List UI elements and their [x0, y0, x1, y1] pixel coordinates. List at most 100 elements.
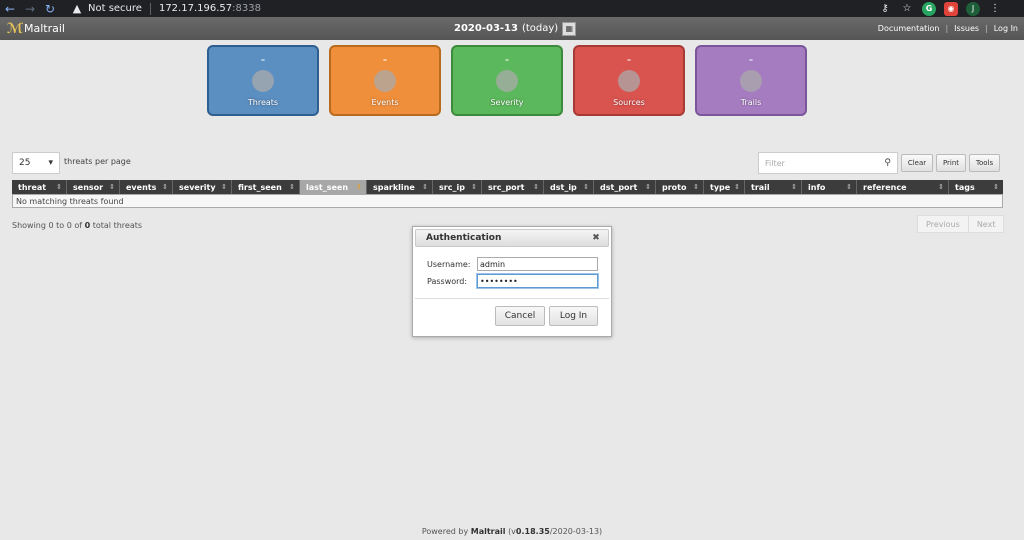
login-link[interactable]: Log In — [994, 24, 1018, 33]
filter-input[interactable]: Filter ⚲ — [758, 152, 898, 174]
sort-icon: ⇕ — [109, 183, 115, 191]
sort-icon: ⇕ — [693, 183, 699, 191]
trails-tile[interactable]: – Trails — [695, 45, 807, 116]
print-button[interactable]: Print — [936, 154, 966, 172]
username-row: Username: — [427, 257, 598, 271]
column-header-tags[interactable]: tags ⇕ — [949, 180, 1003, 194]
dialog-title-bar[interactable]: Authentication ✖ — [415, 229, 609, 247]
filter-placeholder: Filter — [765, 158, 785, 168]
tile-label: Severity — [490, 98, 524, 107]
login-button[interactable]: Log In — [549, 306, 598, 326]
per-page-value: 25 — [19, 158, 31, 168]
username-label: Username: — [427, 259, 471, 269]
password-label: Password: — [427, 276, 468, 286]
security-label: Not secure — [88, 3, 142, 14]
per-page-select[interactable]: 25 ▾ — [12, 152, 60, 174]
sort-icon: ⇕ — [645, 183, 651, 191]
profile-avatar[interactable]: J — [966, 1, 980, 16]
warning-icon[interactable]: ▲ — [70, 2, 84, 16]
username-input[interactable] — [477, 257, 598, 271]
sort-icon: ⇕ — [289, 183, 295, 191]
column-header-threat[interactable]: threat ⇕ — [12, 180, 67, 194]
tile-label: Trails — [740, 98, 762, 107]
column-header-first-seen[interactable]: first_seen ⇕ — [232, 180, 300, 194]
column-header-src-port[interactable]: src_port ⇕ — [482, 180, 544, 194]
sort-icon: ⇕ — [422, 183, 428, 191]
app-header: ℳ Maltrail 2020-03-13 (today) ▦ Document… — [0, 17, 1024, 40]
star-icon[interactable]: ☆ — [900, 2, 914, 16]
footer-version: 0.18.35 — [515, 527, 550, 536]
sort-icon: ⇕ — [533, 183, 539, 191]
password-input[interactable] — [476, 273, 599, 289]
sort-icon: ⇕ — [221, 183, 227, 191]
column-header-last-seen[interactable]: last_seen ⇕ — [300, 180, 367, 194]
maltrail-logo[interactable]: ℳ Maltrail — [6, 20, 65, 38]
column-header-dst-port[interactable]: dst_port ⇕ — [594, 180, 656, 194]
table-row: No matching threats found — [12, 194, 1003, 208]
threats-tile[interactable]: – Threats — [207, 45, 319, 116]
tile-chart-placeholder — [252, 70, 274, 92]
sort-icon: ⇕ — [583, 183, 589, 191]
tile-value: – — [383, 55, 387, 64]
forward-arrow-icon[interactable]: → — [20, 0, 40, 17]
issues-link[interactable]: Issues — [954, 24, 979, 33]
pagination: Previous Next — [917, 215, 1005, 233]
tile-chart-placeholder — [618, 70, 640, 92]
tile-label: Threats — [247, 98, 279, 107]
password-row: Password: — [427, 273, 599, 289]
column-header-src-ip[interactable]: src_ip ⇕ — [433, 180, 482, 194]
extension-icon[interactable]: ◉ — [944, 1, 958, 16]
column-header-type[interactable]: type ⇕ — [704, 180, 745, 194]
sort-icon: ⇕ — [471, 183, 477, 191]
tile-chart-placeholder — [496, 70, 518, 92]
column-header-sparkline[interactable]: sparkline ⇕ — [367, 180, 433, 194]
clear-button[interactable]: Clear — [901, 154, 933, 172]
reload-icon[interactable]: ↻ — [40, 0, 60, 17]
column-header-info[interactable]: info ⇕ — [802, 180, 857, 194]
column-header-sensor[interactable]: sensor ⇕ — [67, 180, 120, 194]
next-button[interactable]: Next — [969, 216, 1004, 232]
sort-icon: ⇕ — [846, 183, 852, 191]
column-header-proto[interactable]: proto ⇕ — [656, 180, 704, 194]
key-icon[interactable]: ⚷ — [878, 2, 892, 16]
menu-kebab-icon[interactable]: ⋮ — [988, 2, 1002, 16]
app-name: Maltrail — [24, 22, 65, 35]
column-header-dst-ip[interactable]: dst_ip ⇕ — [544, 180, 594, 194]
tools-button[interactable]: Tools — [969, 154, 1000, 172]
search-icon[interactable]: ⚲ — [884, 158, 891, 168]
back-arrow-icon[interactable]: ← — [0, 0, 20, 17]
tile-chart-placeholder — [740, 70, 762, 92]
sort-icon: ⇕ — [938, 183, 944, 191]
column-header-severity[interactable]: severity ⇕ — [173, 180, 232, 194]
calendar-icon[interactable]: ▦ — [562, 21, 577, 36]
sort-icon: ⇕ — [791, 183, 797, 191]
documentation-link[interactable]: Documentation — [878, 24, 940, 33]
severity-tile[interactable]: – Severity — [451, 45, 563, 116]
sources-tile[interactable]: – Sources — [573, 45, 685, 116]
grammarly-extension-icon[interactable]: G — [922, 1, 936, 16]
tile-chart-placeholder — [374, 70, 396, 92]
footer: Powered by Maltrail (v0.18.35/2020-03-13… — [421, 527, 603, 536]
url-port: :8338 — [232, 3, 261, 14]
sort-icon: ⇕ — [356, 183, 362, 191]
cancel-button[interactable]: Cancel — [495, 306, 545, 326]
address-bar[interactable]: ▲ Not secure 172.17.196.57:8338 — [70, 0, 840, 17]
tile-value: – — [261, 55, 265, 64]
close-icon[interactable]: ✖ — [590, 232, 602, 244]
browser-toolbar: ← → ↻ ▲ Not secure 172.17.196.57:8338 ⚷ … — [0, 0, 1024, 17]
tile-label: Sources — [613, 98, 645, 107]
sort-icon: ⇕ — [734, 183, 740, 191]
column-header-trail[interactable]: trail ⇕ — [745, 180, 802, 194]
previous-button[interactable]: Previous — [918, 216, 969, 232]
column-header-reference[interactable]: reference ⇕ — [857, 180, 949, 194]
url-host: 172.17.196.57 — [158, 3, 233, 14]
footer-brand[interactable]: Maltrail — [471, 527, 506, 536]
column-header-events[interactable]: events ⇕ — [120, 180, 173, 194]
per-page-label: threats per page — [64, 157, 131, 166]
tile-value: – — [627, 55, 631, 64]
date-picker[interactable]: 2020-03-13 (today) ▦ — [454, 17, 577, 40]
threats-table-header: threat ⇕ sensor ⇕ events ⇕ severity ⇕ first_… — [12, 180, 1003, 194]
events-tile[interactable]: – Events — [329, 45, 441, 116]
date-suffix: (today) — [521, 23, 559, 34]
empty-table-message: No matching threats found — [16, 196, 124, 206]
